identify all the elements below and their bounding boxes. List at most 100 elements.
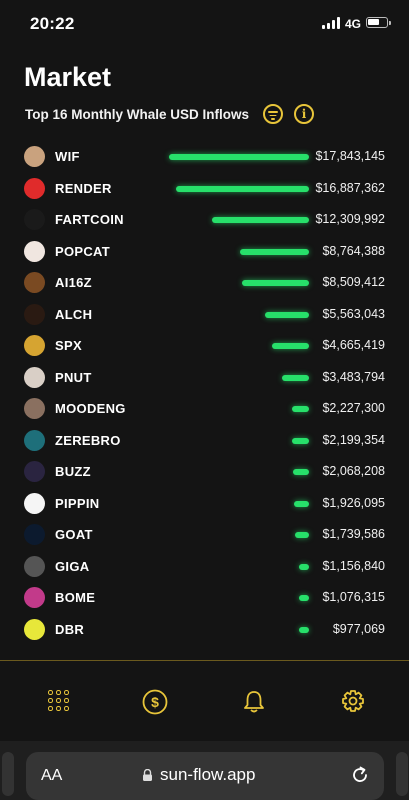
coin-name: BOME <box>55 590 96 605</box>
grid-icon[interactable] <box>46 688 74 716</box>
gear-icon[interactable] <box>339 688 367 716</box>
coin-icon <box>24 429 45 451</box>
coin-row[interactable]: AI16Z $8,509,412 <box>0 267 409 299</box>
coin-icon <box>24 492 45 514</box>
address-bar[interactable]: AA sun-flow.app <box>26 752 384 800</box>
bottom-nav: $ <box>0 661 409 741</box>
inflow-bar <box>272 343 309 349</box>
coin-name: GOAT <box>55 527 93 542</box>
coin-name: BUZZ <box>55 464 91 479</box>
coin-name: AI16Z <box>55 275 92 290</box>
inflow-amount: $12,309,992 <box>315 212 385 226</box>
coin-icon <box>24 618 45 640</box>
text-size-button[interactable]: AA <box>41 767 62 785</box>
inflow-amount: $4,665,419 <box>322 338 385 352</box>
inflow-amount: $1,076,315 <box>322 590 385 604</box>
coin-name: DBR <box>55 621 85 637</box>
status-bar: 20:22 4G <box>0 0 409 48</box>
coin-name: POPCAT <box>55 243 111 259</box>
coin-name: ALCH <box>55 306 93 322</box>
coin-name: MOODENG <box>55 401 126 416</box>
inflow-bar <box>292 406 309 412</box>
inflow-bar <box>212 217 309 223</box>
inflow-bar <box>240 248 309 255</box>
reload-icon[interactable] <box>350 765 370 785</box>
coin-icon <box>24 146 45 167</box>
coin-row[interactable]: BOME $1,076,315 <box>0 582 409 614</box>
battery-icon <box>366 17 391 28</box>
coin-row[interactable]: PIPPIN $1,926,095 <box>0 488 409 520</box>
coin-row[interactable]: GOAT $1,739,586 <box>0 519 409 551</box>
coin-icon <box>24 366 45 388</box>
previous-tab[interactable] <box>2 752 14 796</box>
page-title: Market <box>24 62 112 92</box>
status-time: 20:22 <box>30 14 75 33</box>
coin-icon <box>24 209 45 230</box>
inflow-bar <box>292 437 309 444</box>
coin-name: PIPPIN <box>55 495 100 511</box>
coin-name: GIGA <box>55 558 90 574</box>
inflow-amount: $1,156,840 <box>322 558 385 573</box>
inflow-bar <box>299 626 309 633</box>
coin-row[interactable]: MOODENG $2,227,300 <box>0 393 409 425</box>
inflow-amount: $1,926,095 <box>322 495 385 510</box>
inflow-amount: $3,483,794 <box>322 369 385 384</box>
inflow-bar <box>299 595 309 601</box>
coin-name: ZEREBRO <box>55 432 121 448</box>
coin-row[interactable]: BUZZ $2,068,208 <box>0 456 409 488</box>
inflow-bar <box>176 185 309 192</box>
coin-icon <box>24 461 45 482</box>
inflow-bar <box>282 374 309 381</box>
inflow-bar <box>294 500 309 507</box>
coin-icon <box>24 335 45 356</box>
bell-icon[interactable] <box>240 688 268 716</box>
inflow-amount: $8,764,388 <box>322 243 385 258</box>
coin-name: PNUT <box>55 369 92 385</box>
inflow-bar <box>295 532 309 538</box>
coin-icon <box>24 587 45 608</box>
coin-row[interactable]: FARTCOIN $12,309,992 <box>0 204 409 236</box>
info-icon[interactable]: i <box>294 104 314 124</box>
inflow-amount: $977,069 <box>332 621 385 636</box>
coin-icon <box>24 272 45 293</box>
coin-row[interactable]: POPCAT $8,764,388 <box>0 236 409 268</box>
network-label: 4G <box>345 17 362 31</box>
coin-icon <box>24 177 45 199</box>
coin-icon <box>24 240 45 262</box>
coin-row[interactable]: ALCH $5,563,043 <box>0 299 409 331</box>
inflow-bar <box>293 469 309 475</box>
url-text: sun-flow.app <box>160 765 256 784</box>
coin-icon <box>24 398 45 419</box>
coin-name: WIF <box>55 149 80 164</box>
page-subtitle: Top 16 Monthly Whale USD Inflows <box>25 107 250 122</box>
inflow-amount: $2,227,300 <box>322 401 385 415</box>
coin-row[interactable]: DBR $977,069 <box>0 614 409 646</box>
inflow-amount: $5,563,043 <box>322 306 385 321</box>
coin-row[interactable]: RENDER $16,887,362 <box>0 173 409 205</box>
inflow-bar <box>299 563 309 570</box>
inflow-bar <box>242 280 309 286</box>
next-tab[interactable] <box>396 752 408 796</box>
coin-name: FARTCOIN <box>55 212 124 227</box>
coin-icon <box>24 524 45 545</box>
coin-row[interactable]: WIF $17,843,145 <box>0 141 409 173</box>
inflow-amount: $16,887,362 <box>315 180 385 195</box>
coin-row[interactable]: ZEREBRO $2,199,354 <box>0 425 409 457</box>
coin-row[interactable]: SPX $4,665,419 <box>0 330 409 362</box>
browser-toolbar: AA sun-flow.app <box>0 741 409 800</box>
coin-row[interactable]: GIGA $1,156,840 <box>0 551 409 583</box>
coin-name: SPX <box>55 338 82 353</box>
inflow-amount: $8,509,412 <box>322 275 385 289</box>
dollar-icon[interactable]: $ <box>141 688 169 716</box>
inflow-amount: $2,068,208 <box>322 464 385 478</box>
coin-row[interactable]: PNUT $3,483,794 <box>0 362 409 394</box>
filter-icon[interactable] <box>263 104 283 124</box>
inflow-amount: $2,199,354 <box>322 432 385 447</box>
svg-text:$: $ <box>151 694 159 710</box>
inflow-amount: $1,739,586 <box>322 527 385 541</box>
coin-icon <box>24 555 45 577</box>
inflow-bar <box>265 311 309 318</box>
coin-name: RENDER <box>55 180 112 196</box>
inflow-amount: $17,843,145 <box>315 149 385 163</box>
lock-icon <box>143 769 152 781</box>
